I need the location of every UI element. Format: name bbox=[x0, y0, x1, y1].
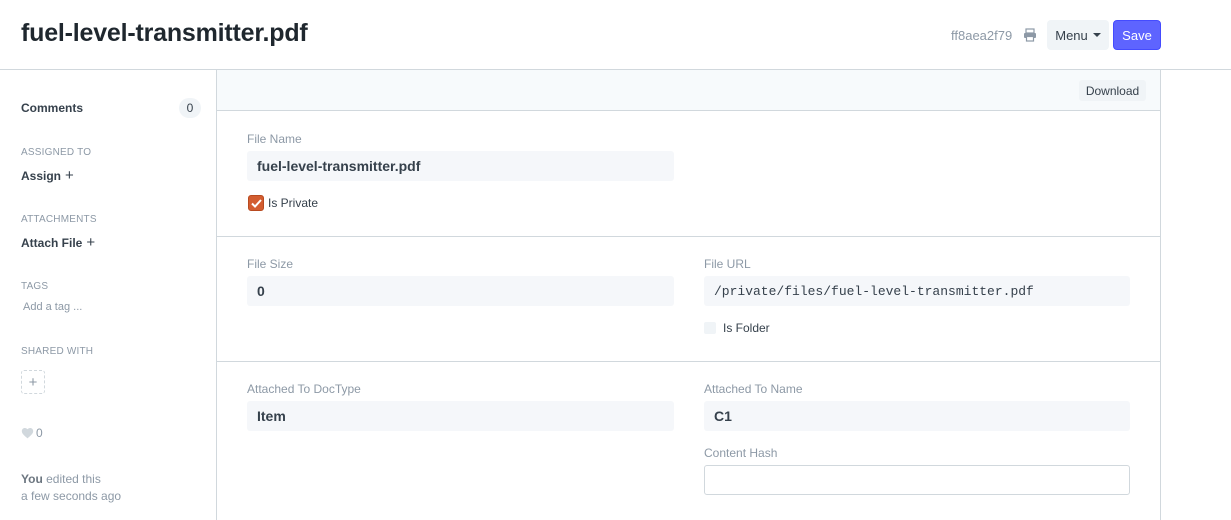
assign-button[interactable]: Assign + bbox=[21, 167, 74, 184]
attached-to-doctype-label: Attached To DocType bbox=[247, 382, 361, 396]
menu-button[interactable]: Menu bbox=[1047, 20, 1109, 50]
file-url-label: File URL bbox=[704, 257, 751, 271]
caret-down-icon bbox=[1092, 33, 1101, 37]
print-icon[interactable] bbox=[1023, 28, 1037, 42]
page-title: fuel-level-transmitter.pdf bbox=[21, 19, 308, 47]
document-id[interactable]: ff8aea2f79 bbox=[951, 28, 1012, 43]
assigned-to-label: ASSIGNED TO bbox=[21, 147, 92, 158]
is-folder-label: Is Folder bbox=[723, 321, 770, 335]
edited-user: You bbox=[21, 472, 43, 486]
checkbox-checked-icon bbox=[248, 195, 264, 211]
plus-icon: + bbox=[28, 373, 38, 391]
heart-icon bbox=[21, 428, 34, 439]
content-hash-input[interactable] bbox=[704, 465, 1130, 495]
likes-count: 0 bbox=[36, 426, 43, 440]
plus-icon: + bbox=[86, 234, 96, 251]
attach-file-label: Attach File bbox=[21, 236, 83, 250]
edited-text: edited this bbox=[46, 472, 101, 486]
comments-count-badge: 0 bbox=[179, 98, 201, 118]
attached-to-name-label: Attached To Name bbox=[704, 382, 803, 396]
download-button[interactable]: Download bbox=[1079, 80, 1146, 101]
form-section-file: File Name fuel-level-transmitter.pdf Is … bbox=[217, 111, 1160, 237]
form-sidebar: Comments 0 ASSIGNED TO Assign + ATTACHME… bbox=[0, 70, 216, 520]
is-folder-checkbox[interactable]: Is Folder bbox=[704, 321, 770, 335]
checkbox-unchecked-icon bbox=[704, 322, 716, 334]
form-toolbar: Download bbox=[217, 70, 1160, 111]
file-name-field[interactable]: fuel-level-transmitter.pdf bbox=[247, 151, 674, 181]
file-size-label: File Size bbox=[247, 257, 294, 271]
plus-icon: + bbox=[65, 167, 74, 184]
add-tag-input[interactable]: Add a tag ... bbox=[23, 301, 82, 313]
form-section-details: File Size 0 File URL /private/files/fuel… bbox=[217, 237, 1160, 362]
last-edited-info: You edited this a few seconds ago bbox=[21, 471, 121, 505]
file-name-label: File Name bbox=[247, 132, 302, 146]
attachments-label: ATTACHMENTS bbox=[21, 214, 97, 225]
attached-to-name-field[interactable]: C1 bbox=[704, 401, 1130, 431]
edited-time: a few seconds ago bbox=[21, 489, 122, 503]
file-url-field[interactable]: /private/files/fuel-level-transmitter.pd… bbox=[704, 276, 1130, 306]
form-layout: Download File Name fuel-level-transmitte… bbox=[216, 70, 1161, 520]
is-private-checkbox[interactable]: Is Private bbox=[248, 195, 318, 211]
menu-button-label: Menu bbox=[1055, 27, 1088, 43]
add-share-button[interactable]: + bbox=[21, 370, 45, 394]
content-hash-label: Content Hash bbox=[704, 446, 778, 460]
tags-label: TAGS bbox=[21, 281, 49, 292]
comments-link[interactable]: Comments bbox=[21, 101, 83, 115]
is-private-label: Is Private bbox=[268, 196, 319, 210]
attached-to-doctype-field[interactable]: Item bbox=[247, 401, 674, 431]
shared-with-label: SHARED WITH bbox=[21, 346, 94, 357]
form-section-attachment: Attached To DocType Item Attached To Nam… bbox=[217, 362, 1160, 520]
file-size-field[interactable]: 0 bbox=[247, 276, 674, 306]
attach-file-button[interactable]: Attach File + bbox=[21, 234, 96, 251]
assign-label: Assign bbox=[21, 169, 62, 183]
like-button[interactable]: 0 bbox=[21, 426, 43, 440]
save-button[interactable]: Save bbox=[1113, 20, 1161, 50]
page-header: fuel-level-transmitter.pdf ff8aea2f79 Me… bbox=[0, 0, 1231, 70]
